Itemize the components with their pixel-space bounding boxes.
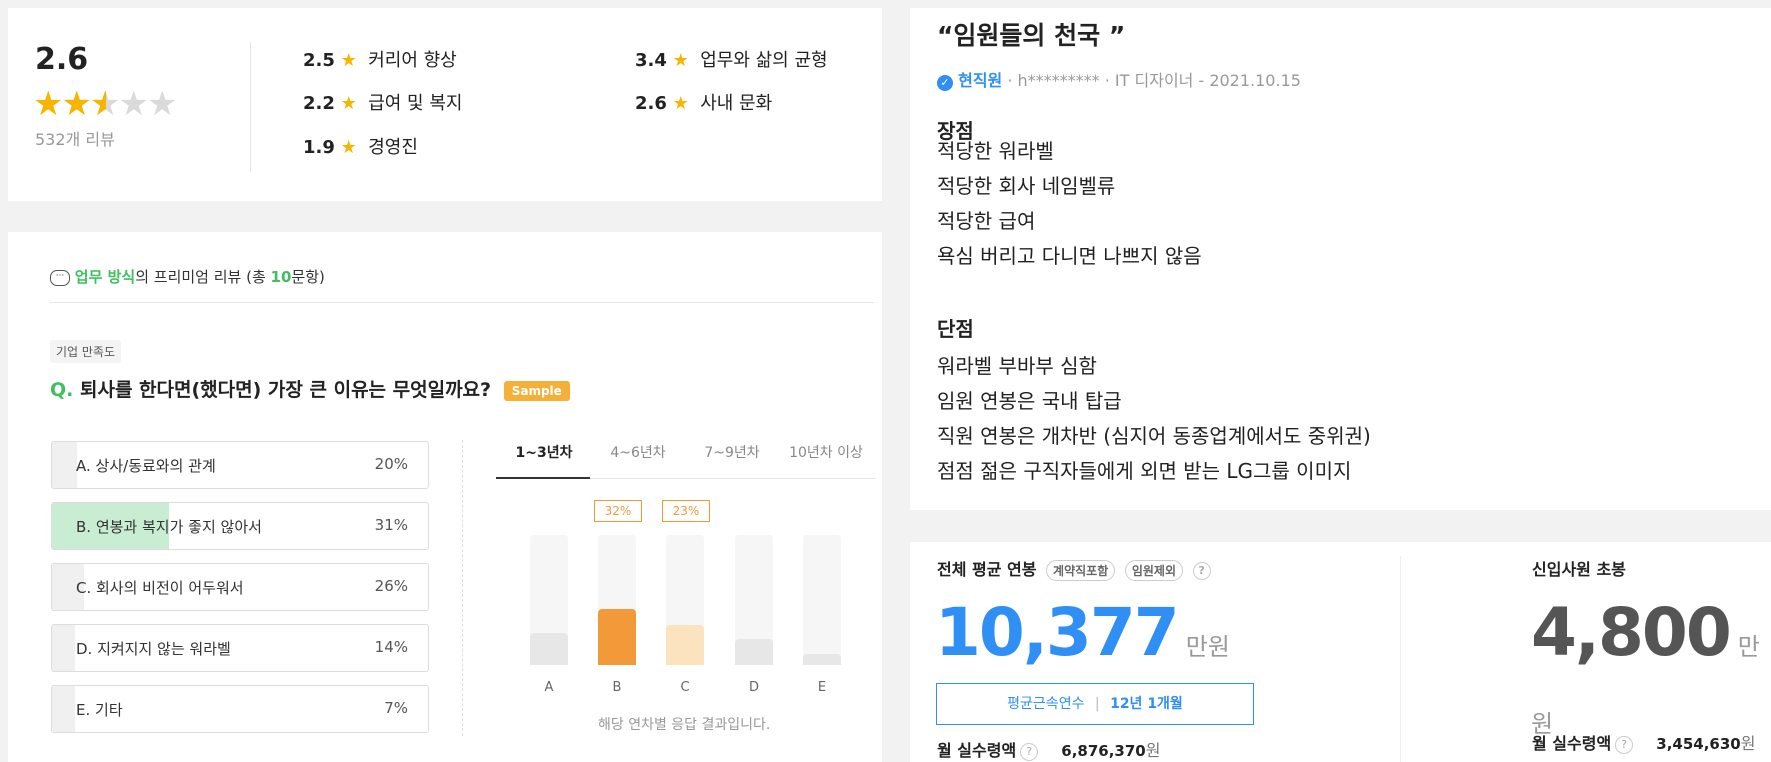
list-item: 점점 젊은 구직자들에게 외면 받는 LG그룹 이미지 [937, 459, 1352, 483]
verified-icon: ✓ [937, 75, 953, 91]
tab-10-plus-years[interactable]: 10년차 이상 [780, 442, 872, 462]
premium-review-header: ··· 업무 방식의 프리미엄 리뷰 (총 10문항) [50, 266, 325, 287]
tab-7-9-years[interactable]: 7~9년차 [686, 442, 778, 462]
header-divider [50, 302, 874, 303]
bar-track [598, 535, 636, 665]
divider [250, 42, 251, 172]
avg-salary-label: 전체 평균 연봉 계약직포함 임원제외 ? [937, 556, 1211, 581]
contract-included-pill: 계약직포함 [1046, 560, 1116, 581]
answer-label: B. 연봉과 복지가 좋지 않아서 [76, 518, 262, 536]
list-item: 적당한 회사 네임벨류 [937, 174, 1116, 198]
review-count: 532개 리뷰 [35, 130, 115, 149]
answer-label: E. 기타 [76, 701, 123, 719]
x-tick-label: C [680, 680, 690, 695]
avg-monthly-pay: 월 실수령액? 6,876,370원 [937, 741, 1161, 761]
help-icon[interactable]: ? [1615, 735, 1634, 754]
tab-1-3-years[interactable]: 1~3년차 [498, 442, 590, 462]
exec-excluded-pill: 임원제외 [1124, 560, 1183, 581]
answer-percent: 31% [374, 516, 408, 534]
answer-fill [52, 442, 77, 488]
x-tick-label: E [817, 680, 827, 695]
pros-list: 적당한 워라벨 적당한 회사 네임벨류 적당한 급여 욕심 버리고 다니면 나쁘… [897, 134, 1202, 274]
starting-salary-value: 4,800 만원 [1531, 594, 1760, 738]
bar-D [735, 639, 773, 665]
star-empty-icon: ★ [118, 84, 149, 124]
star-empty-icon: ★ [146, 84, 178, 124]
category-culture: 2.6 ★ 사내 문화 [635, 93, 773, 114]
active-tab-indicator [496, 477, 590, 479]
category-badge: 기업 만족도 [50, 340, 122, 363]
review-title: “임원들의 천국 ” [937, 21, 1126, 50]
data-label: 23% [662, 500, 710, 522]
x-tick-label: D [748, 680, 759, 695]
answer-option[interactable]: A. 상사/동료와의 관계 20% [51, 441, 429, 489]
star-icon: ★ [33, 84, 64, 124]
answer-option[interactable]: C. 회사의 비전이 어두워서 26% [51, 563, 429, 611]
answer-fill [52, 625, 75, 671]
list-item: 적당한 워라벨 [937, 139, 1054, 163]
category-wlb: 3.4 ★ 업무와 삶의 균형 [635, 50, 828, 71]
bar-B [598, 609, 636, 665]
sample-badge: Sample [503, 380, 570, 401]
overall-score: 2.6 [35, 42, 89, 77]
answer-percent: 7% [384, 699, 408, 717]
bar-track [735, 535, 773, 665]
answer-fill [52, 686, 75, 732]
tab-4-6-years[interactable]: 4~6년차 [592, 442, 684, 462]
list-item: 임원 연봉은 국내 탑급 [937, 389, 1122, 413]
category-management: 1.9 ★ 경영진 [303, 137, 418, 158]
options-divider [462, 440, 463, 736]
bar-E [803, 654, 841, 665]
answer-percent: 20% [374, 455, 408, 473]
question: Q. 퇴사를 한다면(했다면) 가장 큰 이유는 무엇일까요? Sample [50, 375, 570, 402]
answer-option[interactable]: E. 기타 7% [51, 685, 429, 733]
answer-option[interactable]: D. 지켜지지 않는 워라벨 14% [51, 624, 429, 672]
bar-A [530, 633, 568, 665]
chart-footnote: 해당 연차별 응답 결과입니다. [598, 717, 771, 733]
cons-title: 단점 [937, 317, 974, 341]
answer-label: A. 상사/동료와의 관계 [76, 457, 216, 475]
cons-list: 워라벨 부바부 심함 임원 연봉은 국내 탑급 직원 연봉은 개차반 (심지어 … [897, 349, 1371, 489]
data-label: 32% [594, 500, 642, 522]
answer-label: C. 회사의 비전이 어두워서 [76, 579, 244, 597]
list-item: 욕심 버리고 다니면 나쁘지 않음 [937, 244, 1202, 268]
tenure-box: 평균근속연수 | 12년 1개월 [936, 683, 1254, 725]
answer-percent: 14% [374, 638, 408, 656]
starting-salary-label: 신입사원 초봉 [1532, 560, 1626, 579]
list-item: 적당한 급여 [937, 209, 1036, 233]
bar-C [666, 625, 704, 665]
avg-salary-value: 10,377 만원 [935, 594, 1230, 671]
list-item: 직원 연봉은 개차반 (심지어 동종업계에서도 중위권) [937, 424, 1371, 448]
overall-stars: ★★★ ★ ★★ [33, 84, 178, 124]
bar-track [803, 535, 841, 665]
review-meta: ✓ 현직원 · h********* · IT 디자이너 - 2021.10.1… [937, 67, 1301, 91]
x-tick-label: B [612, 680, 622, 695]
answer-option[interactable]: B. 연봉과 복지가 좋지 않아서 31% [51, 502, 429, 550]
bar-track [666, 535, 704, 665]
help-icon[interactable]: ? [1192, 561, 1211, 580]
answer-label: D. 지켜지지 않는 워라벨 [76, 640, 231, 658]
category-career: 2.5 ★ 커리어 향상 [303, 50, 457, 71]
bar-track [530, 535, 568, 665]
chat-bubble-icon: ··· [50, 269, 70, 286]
answer-percent: 26% [374, 577, 408, 595]
star-icon: ★ [61, 84, 92, 124]
starting-monthly-pay: 월 실수령액? 3,454,630원 [1532, 734, 1756, 754]
list-item: 워라벨 부바부 심함 [937, 354, 1097, 378]
category-pay: 2.2 ★ 급여 및 복지 [303, 93, 463, 114]
x-tick-label: A [544, 680, 554, 695]
help-icon[interactable]: ? [1020, 742, 1039, 761]
half-star-icon: ★ ★ [89, 84, 121, 124]
rating-card: 2.6 ★★★ ★ ★★ 532개 리뷰 2.5 ★ 커리어 향상 3.4 ★ 업무… [8, 8, 882, 201]
salary-divider [1400, 556, 1401, 762]
